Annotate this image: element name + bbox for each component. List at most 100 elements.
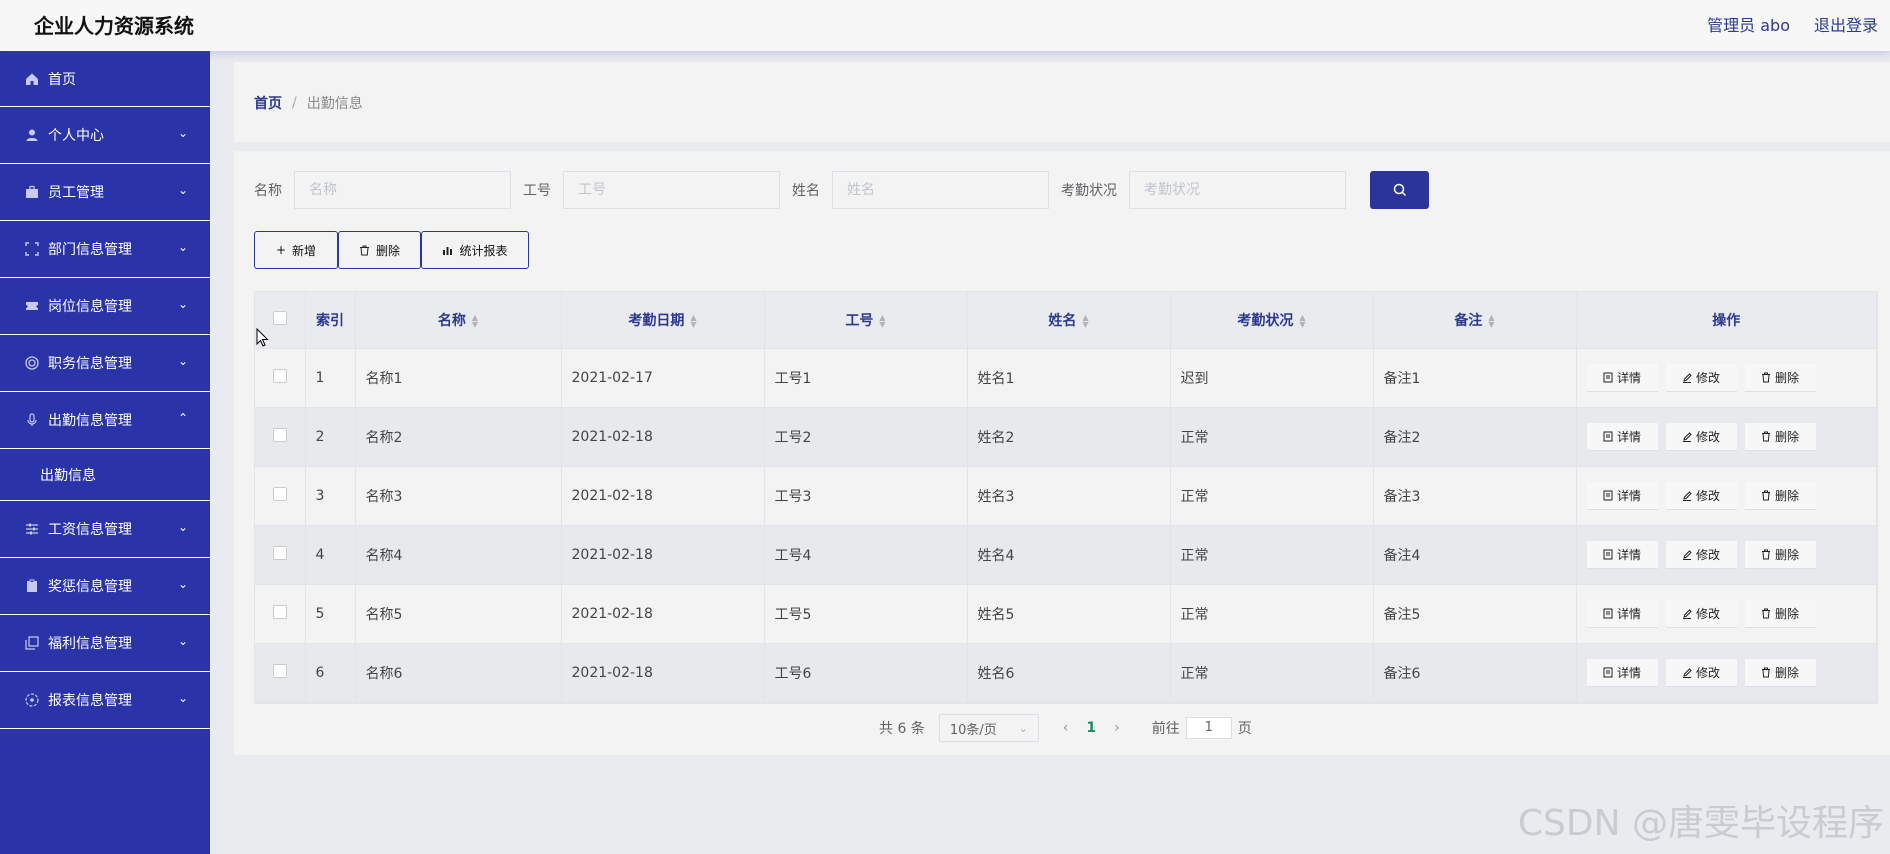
logout-link[interactable]: 退出登录 [1814,12,1878,36]
page-number-current[interactable]: 1 [1086,720,1096,736]
sidebar-item-department[interactable]: 部门信息管理 ⌄ [0,221,210,278]
detail-button[interactable]: 详情 [1586,422,1658,451]
sort-icon[interactable]: ▲ ▼ [690,313,696,328]
cell-name: 名称2 [355,407,562,467]
detail-button[interactable]: 详情 [1586,599,1658,628]
sidebar-item-duty[interactable]: 职务信息管理 ⌄ [0,335,210,392]
cell-ops: 详情 修改 删除 [1576,525,1877,585]
header-status[interactable]: 考勤状况 ▲ ▼ [1170,292,1374,349]
delete-button[interactable]: 删除 [1744,422,1816,451]
delete-label: 删除 [1774,547,1799,562]
sidebar-item-welfare[interactable]: 福利信息管理 ⌄ [0,615,210,672]
detail-button[interactable]: 详情 [1586,481,1658,510]
trash-icon [1761,431,1770,441]
search-label-status: 考勤状况 [1061,183,1117,199]
sidebar-item-salary[interactable]: 工资信息管理 ⌄ [0,501,210,558]
sort-icon[interactable]: ▲ ▼ [1299,313,1305,328]
cell-job-no: 工号6 [764,643,968,703]
search-label-name: 名称 [254,183,282,199]
search-input-job-no[interactable] [563,171,780,209]
header-job-no[interactable]: 工号 ▲ ▼ [764,292,968,349]
delete-button[interactable]: 删除 [1744,658,1816,687]
sidebar-item-report[interactable]: 报表信息管理 ⌄ [0,672,210,729]
sidebar-item-reward[interactable]: 奖惩信息管理 ⌄ [0,558,210,615]
search-form: 名称 工号 姓名 考勤状况 [254,171,1429,209]
search-input-name[interactable] [294,171,511,209]
row-checkbox[interactable] [272,427,287,442]
detail-button[interactable]: 详情 [1586,540,1658,569]
page-size-select[interactable]: 10条/页 ⌄ [938,714,1039,742]
sort-icon[interactable]: ▲ ▼ [1082,313,1088,328]
sidebar-item-label: 职务信息管理 [48,356,132,372]
table-row[interactable]: 2 名称2 2021-02-18 工号2 姓名2 正常 备注2 详情 修改 删除 [255,407,1877,467]
table-row[interactable]: 3 名称3 2021-02-18 工号3 姓名3 正常 备注3 详情 修改 删除 [255,466,1877,526]
sidebar-item-personal[interactable]: 个人中心 ⌄ [0,107,210,164]
cell-ops: 详情 修改 删除 [1576,348,1877,408]
delete-button[interactable]: 删除 [1744,599,1816,628]
edit-button[interactable]: 修改 [1665,481,1737,510]
table-row[interactable]: 5 名称5 2021-02-18 工号5 姓名5 正常 备注5 详情 修改 删除 [255,584,1877,644]
cell-job-no: 工号5 [764,584,968,644]
page-size-value: 10条/页 [949,722,997,738]
row-checkbox[interactable] [272,604,287,619]
current-user[interactable]: 管理员 abo [1707,12,1790,36]
delete-button[interactable]: 删除 [1744,363,1816,392]
header-name[interactable]: 名称 ▲ ▼ [355,292,562,349]
cell-date: 2021-02-18 [561,407,765,467]
table-row[interactable]: 6 名称6 2021-02-18 工号6 姓名6 正常 备注6 详情 修改 删除 [255,643,1877,703]
report-button[interactable]: 统计报表 [421,231,529,269]
add-button-label: 新增 [292,243,317,258]
row-actions: 详情 修改 删除 [1586,658,1867,687]
detail-button[interactable]: 详情 [1586,658,1658,687]
cell-ops: 详情 修改 删除 [1576,643,1877,703]
table-row[interactable]: 1 名称1 2021-02-17 工号1 姓名1 迟到 备注1 详情 修改 删除 [255,348,1877,408]
edit-label: 修改 [1695,606,1720,621]
table-row[interactable]: 4 名称4 2021-02-18 工号4 姓名4 正常 备注4 详情 修改 删除 [255,525,1877,585]
next-page-icon[interactable]: › [1114,720,1120,736]
search-input-person[interactable] [832,171,1049,209]
search-input-status[interactable] [1129,171,1346,209]
edit-button[interactable]: 修改 [1665,599,1737,628]
row-checkbox[interactable] [272,486,287,501]
sidebar-item-employee[interactable]: 员工管理 ⌄ [0,164,210,221]
header-person[interactable]: 姓名 ▲ ▼ [967,292,1171,349]
cell-name: 名称5 [355,584,562,644]
cell-remark: 备注1 [1373,348,1577,408]
header-user-area: 管理员 abo 退出登录 [1707,12,1878,36]
sort-icon[interactable]: ▲ ▼ [472,313,478,328]
breadcrumb-current: 出勤信息 [306,96,363,112]
add-button[interactable]: + 新增 [254,231,338,269]
header-remark[interactable]: 备注 ▲ ▼ [1373,292,1577,349]
edit-button[interactable]: 修改 [1665,540,1737,569]
sidebar-item-position[interactable]: 岗位信息管理 ⌄ [0,278,210,335]
breadcrumb-home[interactable]: 首页 [254,93,282,113]
sort-icon[interactable]: ▲ ▼ [1488,313,1494,328]
row-checkbox[interactable] [272,368,287,383]
cell-job-no: 工号4 [764,525,968,585]
detail-label: 详情 [1616,370,1641,385]
delete-button[interactable]: 删除 [1744,481,1816,510]
edit-button[interactable]: 修改 [1665,422,1737,451]
sort-icon[interactable]: ▲ ▼ [879,313,885,328]
cell-status: 迟到 [1170,348,1374,408]
delete-button[interactable]: 删除 [1744,540,1816,569]
table-body: 1 名称1 2021-02-17 工号1 姓名1 迟到 备注1 详情 修改 删除 2 名称2 2021-… [255,348,1877,703]
header-date[interactable]: 考勤日期 ▲ ▼ [561,292,765,349]
cell-index: 1 [305,348,356,408]
goto-page-input[interactable]: 1 [1185,717,1232,739]
batch-delete-button[interactable]: 删除 [338,231,421,269]
detail-button[interactable]: 详情 [1586,363,1658,392]
edit-button[interactable]: 修改 [1665,658,1737,687]
row-checkbox[interactable] [272,663,287,678]
prev-page-icon[interactable]: ‹ [1063,720,1069,736]
row-checkbox[interactable] [272,545,287,560]
cell-index: 6 [305,643,356,703]
sidebar-item-attendance[interactable]: 出勤信息管理 ⌃ [0,392,210,449]
chevron-down-icon: ⌄ [177,691,188,705]
sidebar-subitem-attendance-info[interactable]: 出勤信息 [0,449,210,501]
edit-button[interactable]: 修改 [1665,363,1737,392]
sidebar-item-home[interactable]: 首页 [0,51,210,107]
select-all-checkbox[interactable] [272,310,287,325]
search-button[interactable] [1370,171,1429,209]
sidebar-item-label: 工资信息管理 [48,522,132,538]
